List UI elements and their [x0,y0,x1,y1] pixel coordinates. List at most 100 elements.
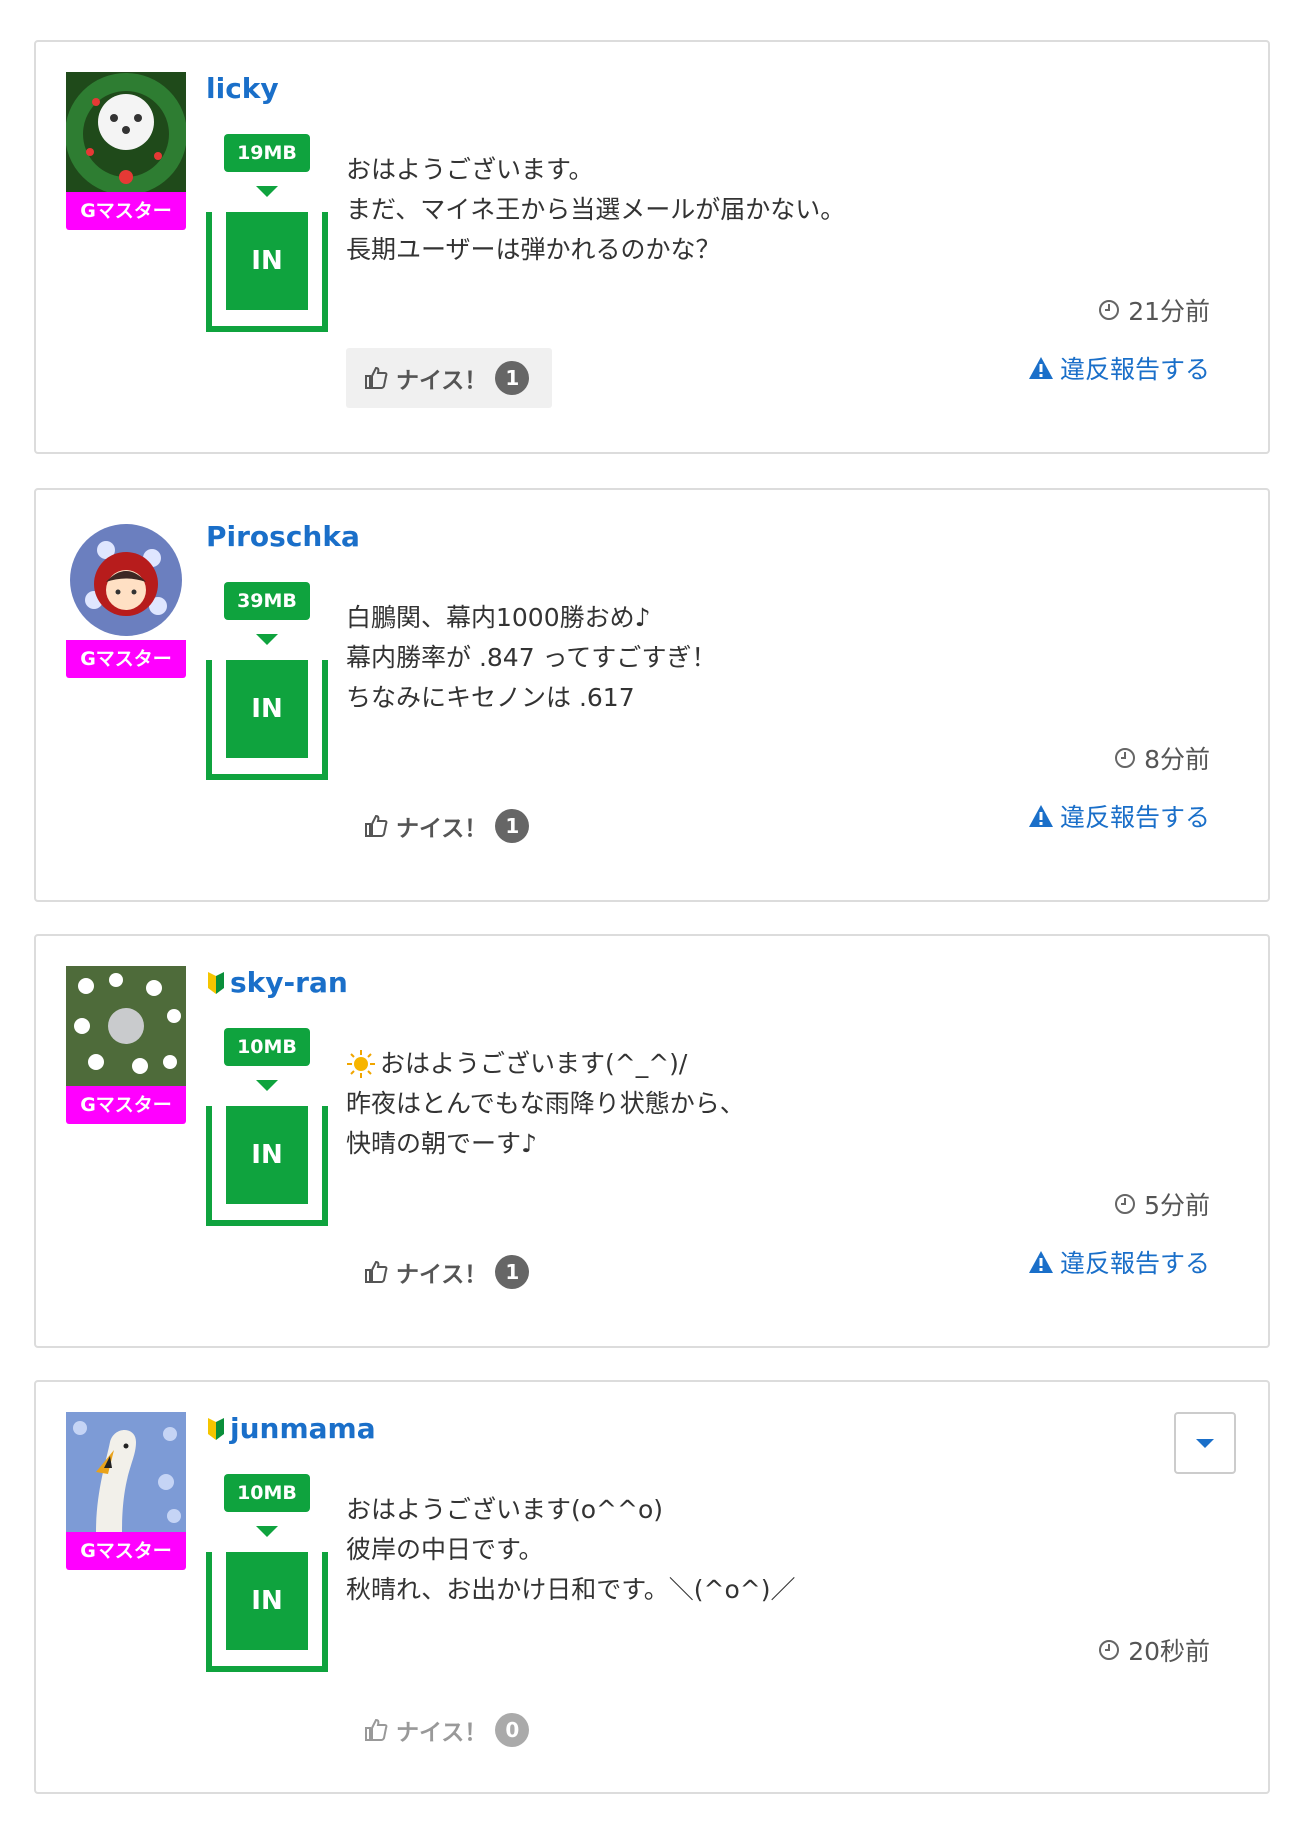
warning-icon [1028,1251,1053,1273]
username[interactable]: junmama [230,1412,376,1445]
data-meter: 10MB IN [206,1474,328,1672]
data-balance-badge: 10MB [224,1028,310,1066]
sun-icon [347,1050,375,1078]
message-line: 昨夜はとんでもな雨降り状態から、 [346,1089,745,1118]
report-link[interactable]: 違反報告する [1028,1244,1210,1280]
data-balance-badge: 10MB [224,1474,310,1512]
message-line: 長期ユーザーは弾かれるのかな？ [346,235,721,264]
thumbs-up-icon [365,814,388,837]
time-text: 8分前 [1144,745,1210,774]
post-card: Gマスター licky 19MB IN おはようございます。 まだ、マイネ王から… [34,40,1270,454]
report-link[interactable]: 違反報告する [1028,798,1210,834]
post-card: Gマスター junmama 10MB IN おはようございます(o^^o) 彼岸… [34,1380,1270,1794]
message-line: まだ、マイネ王から当選メールが届かない。 [346,195,846,224]
post-message: 白鵬関、幕内1000勝おめ♪ 幕内勝率が .847 ってすごすぎ！ ちなみにキセ… [346,598,1106,718]
clock-icon [1115,748,1136,768]
nice-label: ナイス！ [396,816,488,842]
nice-count: 1 [495,809,530,843]
avatar[interactable] [66,520,186,640]
post-time: 20秒前 [1098,1632,1210,1668]
red-hood-avatar-icon [66,520,186,640]
nice-button[interactable]: ナイス！ 1 [346,348,552,408]
report-label[interactable]: 違反報告する [1060,350,1210,386]
avatar-block[interactable]: Gマスター [66,72,186,230]
rank-badge: Gマスター [66,192,186,230]
nice-button[interactable]: ナイス！ 1 [346,796,552,856]
clock-icon [1115,1194,1136,1214]
rank-badge: Gマスター [66,1086,186,1124]
post-time: 5分前 [1114,1186,1210,1222]
avatar[interactable] [66,72,186,192]
nice-label: ナイス！ [396,1720,488,1746]
username[interactable]: Piroschka [206,520,360,553]
nice-count: 1 [495,361,530,395]
post-card: Gマスター sky-ran 10MB IN おはようございます(^_^)/ 昨夜… [34,934,1270,1348]
meter-gauge: IN [206,660,328,780]
swan-flowers-avatar-icon [66,1412,186,1532]
nice-label: ナイス！ [396,1262,488,1288]
avatar[interactable] [66,966,186,1086]
down-arrow-icon [256,1080,278,1091]
username-link[interactable]: licky [206,72,279,105]
down-arrow-icon [256,634,278,645]
meter-label: IN [226,212,308,310]
avatar-block[interactable]: Gマスター [66,1412,186,1570]
post-card: Gマスター Piroschka 39MB IN 白鵬関、幕内1000勝おめ♪ 幕… [34,488,1270,902]
flower-field-avatar-icon [66,966,186,1086]
nice-button[interactable]: ナイス！ 1 [346,1242,552,1302]
post-time: 8分前 [1114,740,1210,776]
username[interactable]: sky-ran [230,966,348,999]
post-time: 21分前 [1098,292,1210,328]
message-line: 快晴の朝でーす♪ [346,1129,537,1158]
message-line: おはようございます(^_^)/ [346,1044,1106,1084]
username-link[interactable]: Piroschka [206,520,360,553]
message-line: 彼岸の中日です。 [346,1535,544,1564]
thumbs-up-icon [365,366,388,389]
nice-label: ナイス！ [396,368,488,394]
down-arrow-icon [256,1526,278,1537]
avatar-block[interactable]: Gマスター [66,520,186,678]
warning-icon [1028,805,1053,827]
report-label[interactable]: 違反報告する [1060,798,1210,834]
meter-label: IN [226,660,308,758]
time-text: 21分前 [1128,297,1210,326]
beginner-mark-icon [208,1417,224,1440]
data-balance-badge: 19MB [224,134,310,172]
meter-gauge: IN [206,1106,328,1226]
nice-count: 0 [495,1713,530,1747]
report-link[interactable]: 違反報告する [1028,350,1210,386]
thumbs-up-icon [365,1260,388,1283]
thumbs-up-icon [365,1718,388,1741]
message-line: 秋晴れ、お出かけ日和です。＼(^o^)／ [346,1575,796,1604]
data-balance-badge: 39MB [224,582,310,620]
meter-gauge: IN [206,1552,328,1672]
username[interactable]: licky [206,72,279,105]
message-text: おはようございます(^_^)/ [380,1049,688,1078]
message-line: ちなみにキセノンは .617 [346,683,635,712]
message-line: 白鵬関、幕内1000勝おめ♪ [346,603,651,632]
meter-label: IN [226,1106,308,1204]
clock-icon [1099,300,1120,320]
username-link[interactable]: junmama [206,1412,376,1445]
beginner-mark-icon [208,971,224,994]
caret-down-icon [1196,1438,1214,1448]
avatar-block[interactable]: Gマスター [66,966,186,1124]
message-line: おはようございます(o^^o) [346,1495,663,1524]
data-meter: 10MB IN [206,1028,328,1226]
post-message: おはようございます(o^^o) 彼岸の中日です。 秋晴れ、お出かけ日和です。＼(… [346,1490,1106,1610]
avatar[interactable] [66,1412,186,1532]
time-text: 20秒前 [1128,1637,1210,1666]
poodle-wreath-avatar-icon [66,72,186,192]
nice-button[interactable]: ナイス！ 0 [346,1700,552,1760]
data-meter: 19MB IN [206,134,328,332]
meter-label: IN [226,1552,308,1650]
time-text: 5分前 [1144,1191,1210,1220]
meter-gauge: IN [206,212,328,332]
post-message: おはようございます(^_^)/ 昨夜はとんでもな雨降り状態から、 快晴の朝でーす… [346,1044,1106,1164]
report-label[interactable]: 違反報告する [1060,1244,1210,1280]
username-link[interactable]: sky-ran [206,966,348,999]
message-line: おはようございます。 [346,155,594,184]
down-arrow-icon [256,186,278,197]
rank-badge: Gマスター [66,640,186,678]
post-menu-dropdown[interactable] [1174,1412,1236,1474]
